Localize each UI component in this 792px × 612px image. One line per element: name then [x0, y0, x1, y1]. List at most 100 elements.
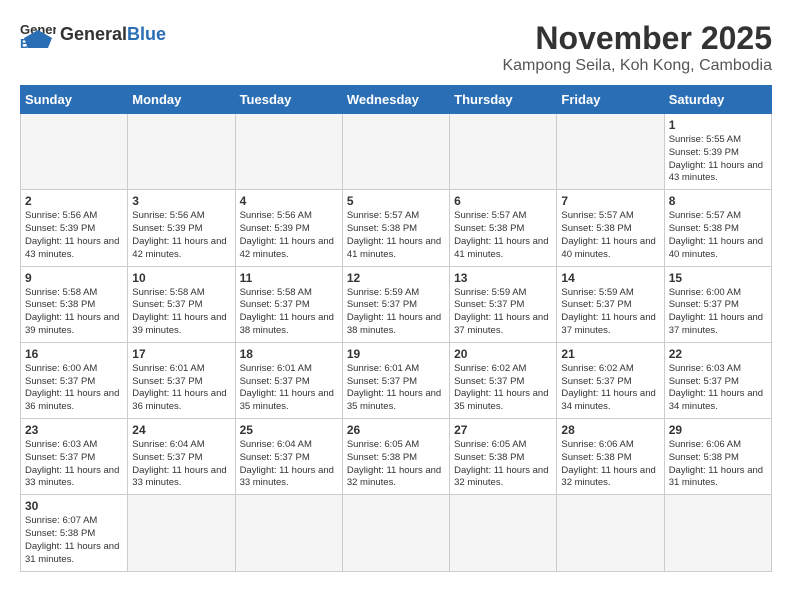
table-row: 19 Sunrise: 6:01 AM Sunset: 5:37 PM Dayli…: [342, 342, 449, 418]
table-row: 13 Sunrise: 5:59 AM Sunset: 5:37 PM Dayli…: [450, 266, 557, 342]
day-number: 9: [25, 271, 123, 285]
day-info: Sunrise: 6:00 AM Sunset: 5:37 PM Dayligh…: [669, 287, 767, 338]
table-row: 25 Sunrise: 6:04 AM Sunset: 5:37 PM Dayli…: [235, 419, 342, 495]
day-number: 12: [347, 271, 445, 285]
day-info: Sunrise: 6:03 AM Sunset: 5:37 PM Dayligh…: [669, 363, 767, 414]
day-info: Sunrise: 6:04 AM Sunset: 5:37 PM Dayligh…: [240, 439, 338, 490]
day-info: Sunrise: 5:59 AM Sunset: 5:37 PM Dayligh…: [561, 287, 659, 338]
day-info: Sunrise: 5:59 AM Sunset: 5:37 PM Dayligh…: [347, 287, 445, 338]
day-info: Sunrise: 6:05 AM Sunset: 5:38 PM Dayligh…: [454, 439, 552, 490]
day-number: 1: [669, 118, 767, 132]
page-header: General Blue GeneralBlue November 2025 K…: [20, 20, 772, 75]
logo-icon: General Blue: [20, 20, 56, 48]
day-info: Sunrise: 6:02 AM Sunset: 5:37 PM Dayligh…: [561, 363, 659, 414]
day-number: 5: [347, 194, 445, 208]
table-row: [128, 114, 235, 190]
day-info: Sunrise: 5:58 AM Sunset: 5:37 PM Dayligh…: [240, 287, 338, 338]
calendar-week-6: 30 Sunrise: 6:07 AM Sunset: 5:38 PM Dayli…: [21, 495, 772, 571]
day-info: Sunrise: 6:02 AM Sunset: 5:37 PM Dayligh…: [454, 363, 552, 414]
table-row: [557, 114, 664, 190]
day-info: Sunrise: 6:06 AM Sunset: 5:38 PM Dayligh…: [561, 439, 659, 490]
table-row: [235, 495, 342, 571]
table-row: 10Sunrise: 5:58 AM Sunset: 5:37 PM Dayli…: [128, 266, 235, 342]
table-row: [557, 495, 664, 571]
table-row: 22Sunrise: 6:03 AM Sunset: 5:37 PM Dayli…: [664, 342, 771, 418]
table-row: 17 Sunrise: 6:01 AM Sunset: 5:37 PM Dayli…: [128, 342, 235, 418]
day-number: 11: [240, 271, 338, 285]
day-number: 18: [240, 347, 338, 361]
day-number: 7: [561, 194, 659, 208]
table-row: 21 Sunrise: 6:02 AM Sunset: 5:37 PM Dayli…: [557, 342, 664, 418]
day-number: 13: [454, 271, 552, 285]
location-subtitle: Kampong Seila, Koh Kong, Cambodia: [502, 57, 772, 75]
table-row: [342, 495, 449, 571]
calendar-week-1: 1 Sunrise: 5:55 AM Sunset: 5:39 PM Daylig…: [21, 114, 772, 190]
month-title: November 2025: [502, 20, 772, 57]
table-row: 14Sunrise: 5:59 AM Sunset: 5:37 PM Dayli…: [557, 266, 664, 342]
day-info: Sunrise: 6:04 AM Sunset: 5:37 PM Dayligh…: [132, 439, 230, 490]
table-row: [450, 495, 557, 571]
svg-text:Blue: Blue: [20, 36, 48, 48]
day-number: 15: [669, 271, 767, 285]
table-row: [342, 114, 449, 190]
table-row: 9 Sunrise: 5:58 AM Sunset: 5:38 PM Daylig…: [21, 266, 128, 342]
header-saturday: Saturday: [664, 86, 771, 114]
day-number: 23: [25, 423, 123, 437]
day-info: Sunrise: 5:58 AM Sunset: 5:38 PM Dayligh…: [25, 287, 123, 338]
header-monday: Monday: [128, 86, 235, 114]
day-number: 24: [132, 423, 230, 437]
calendar-table: Sunday Monday Tuesday Wednesday Thursday…: [20, 85, 772, 572]
table-row: 16Sunrise: 6:00 AM Sunset: 5:37 PM Dayli…: [21, 342, 128, 418]
day-number: 30: [25, 499, 123, 513]
day-info: Sunrise: 6:03 AM Sunset: 5:37 PM Dayligh…: [25, 439, 123, 490]
table-row: 28Sunrise: 6:06 AM Sunset: 5:38 PM Dayli…: [557, 419, 664, 495]
day-number: 6: [454, 194, 552, 208]
day-number: 19: [347, 347, 445, 361]
table-row: 20Sunrise: 6:02 AM Sunset: 5:37 PM Dayli…: [450, 342, 557, 418]
table-row: 4 Sunrise: 5:56 AM Sunset: 5:39 PM Daylig…: [235, 190, 342, 266]
day-number: 27: [454, 423, 552, 437]
day-number: 17: [132, 347, 230, 361]
table-row: [235, 114, 342, 190]
header-thursday: Thursday: [450, 86, 557, 114]
day-number: 4: [240, 194, 338, 208]
day-info: Sunrise: 5:57 AM Sunset: 5:38 PM Dayligh…: [669, 210, 767, 261]
table-row: 24 Sunrise: 6:04 AM Sunset: 5:37 PM Dayli…: [128, 419, 235, 495]
table-row: 30 Sunrise: 6:07 AM Sunset: 5:38 PM Dayli…: [21, 495, 128, 571]
table-row: 3Sunrise: 5:56 AM Sunset: 5:39 PM Daylig…: [128, 190, 235, 266]
day-info: Sunrise: 6:01 AM Sunset: 5:37 PM Dayligh…: [132, 363, 230, 414]
logo: General Blue GeneralBlue: [20, 20, 166, 48]
table-row: [664, 495, 771, 571]
day-info: Sunrise: 6:07 AM Sunset: 5:38 PM Dayligh…: [25, 515, 123, 566]
day-info: Sunrise: 5:55 AM Sunset: 5:39 PM Dayligh…: [669, 134, 767, 185]
calendar-week-4: 16Sunrise: 6:00 AM Sunset: 5:37 PM Dayli…: [21, 342, 772, 418]
header-friday: Friday: [557, 86, 664, 114]
table-row: 6 Sunrise: 5:57 AM Sunset: 5:38 PM Daylig…: [450, 190, 557, 266]
table-row: 11 Sunrise: 5:58 AM Sunset: 5:37 PM Dayli…: [235, 266, 342, 342]
table-row: 5Sunrise: 5:57 AM Sunset: 5:38 PM Daylig…: [342, 190, 449, 266]
day-number: 8: [669, 194, 767, 208]
calendar-week-5: 23 Sunrise: 6:03 AM Sunset: 5:37 PM Dayli…: [21, 419, 772, 495]
day-info: Sunrise: 5:56 AM Sunset: 5:39 PM Dayligh…: [240, 210, 338, 261]
table-row: 29Sunrise: 6:06 AM Sunset: 5:38 PM Dayli…: [664, 419, 771, 495]
day-info: Sunrise: 6:01 AM Sunset: 5:37 PM Dayligh…: [347, 363, 445, 414]
header-wednesday: Wednesday: [342, 86, 449, 114]
day-info: Sunrise: 5:57 AM Sunset: 5:38 PM Dayligh…: [454, 210, 552, 261]
logo-text: GeneralBlue: [60, 25, 166, 43]
table-row: 18Sunrise: 6:01 AM Sunset: 5:37 PM Dayli…: [235, 342, 342, 418]
table-row: [21, 114, 128, 190]
table-row: 15 Sunrise: 6:00 AM Sunset: 5:37 PM Dayli…: [664, 266, 771, 342]
day-number: 3: [132, 194, 230, 208]
day-number: 21: [561, 347, 659, 361]
day-info: Sunrise: 5:59 AM Sunset: 5:37 PM Dayligh…: [454, 287, 552, 338]
day-info: Sunrise: 6:05 AM Sunset: 5:38 PM Dayligh…: [347, 439, 445, 490]
day-number: 25: [240, 423, 338, 437]
calendar-week-3: 9 Sunrise: 5:58 AM Sunset: 5:38 PM Daylig…: [21, 266, 772, 342]
day-number: 10: [132, 271, 230, 285]
calendar-header-row: Sunday Monday Tuesday Wednesday Thursday…: [21, 86, 772, 114]
table-row: 12 Sunrise: 5:59 AM Sunset: 5:37 PM Dayli…: [342, 266, 449, 342]
day-info: Sunrise: 6:06 AM Sunset: 5:38 PM Dayligh…: [669, 439, 767, 490]
header-tuesday: Tuesday: [235, 86, 342, 114]
calendar-week-2: 2Sunrise: 5:56 AM Sunset: 5:39 PM Daylig…: [21, 190, 772, 266]
table-row: 27 Sunrise: 6:05 AM Sunset: 5:38 PM Dayli…: [450, 419, 557, 495]
